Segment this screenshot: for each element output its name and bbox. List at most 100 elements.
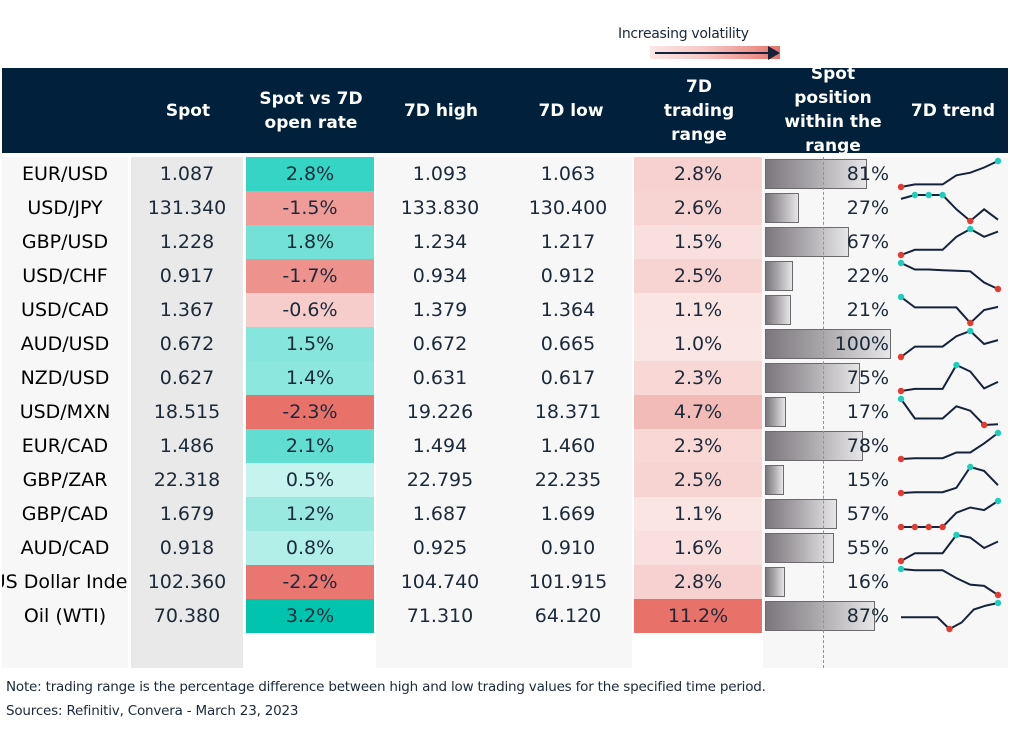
7d-high-value: 71.310	[406, 605, 474, 627]
spot-position-cell: 16%	[765, 565, 893, 599]
spot-position-pct: 55%	[846, 537, 889, 559]
7d-low-value: 22.235	[534, 469, 602, 491]
table-row: USD/MXN 18.515 -2.3% 19.226 18.371 4.7% 17%	[0, 395, 1010, 429]
header-spot-vs-open: Spot vs 7D open rate	[259, 88, 363, 133]
spot-position-bar	[765, 295, 791, 325]
table-row: EUR/USD 1.087 2.8% 1.093 1.063 2.8% 81%	[0, 157, 1010, 191]
spot-position-pct: 78%	[846, 435, 889, 457]
7d-high-value: 133.830	[400, 197, 480, 219]
trend-low-marker	[897, 523, 905, 531]
trend-low-marker	[925, 523, 932, 531]
spot-position-pct: 22%	[846, 265, 889, 287]
7d-range-value: 1.1%	[634, 497, 762, 531]
trend-high-marker	[897, 293, 905, 301]
trend-high-marker	[994, 157, 1002, 165]
7d-low-value: 0.617	[540, 367, 596, 389]
pair-label: GBP/USD	[21, 231, 109, 253]
7d-range-value: 1.5%	[634, 225, 762, 259]
volatility-label: Increasing volatility	[618, 26, 749, 42]
7d-high-value: 0.934	[412, 265, 468, 287]
table-row: NZD/USD 0.627 1.4% 0.631 0.617 2.3% 75%	[0, 361, 1010, 395]
trend-high-marker	[967, 327, 974, 335]
spot-position-pct: 75%	[846, 367, 889, 389]
spot-position-cell: 17%	[765, 395, 893, 429]
table-row: AUD/USD 0.672 1.5% 0.672 0.665 1.0% 100%	[0, 327, 1010, 361]
spot-value: 70.380	[153, 605, 221, 627]
spot-vs-open-value: 0.5%	[246, 463, 374, 497]
trend-line	[900, 296, 999, 325]
trend-line	[900, 432, 999, 460]
spot-vs-open-value: -2.2%	[246, 565, 374, 599]
pair-label: USD/JPY	[27, 197, 103, 219]
spot-value: 1.228	[159, 231, 215, 253]
pair-label: Oil (WTI)	[23, 605, 107, 627]
trend-low-marker	[994, 591, 1002, 599]
spot-position-pct: 57%	[846, 503, 889, 525]
trend-low-marker	[911, 523, 919, 531]
7d-high-value: 104.740	[400, 571, 480, 593]
trend-low-marker	[897, 557, 905, 565]
trend-high-marker	[953, 361, 960, 369]
spot-position-cell: 100%	[765, 327, 893, 361]
spot-value: 1.679	[159, 503, 215, 525]
trend-low-marker	[939, 523, 946, 531]
spot-position-bar	[765, 567, 785, 597]
trend-sparkline	[900, 191, 999, 225]
trend-high-marker	[967, 463, 974, 471]
pair-label: GBP/CAD	[21, 503, 109, 525]
spot-position-pct: 100%	[834, 333, 889, 355]
trend-line	[900, 227, 999, 256]
table-row: EUR/CAD 1.486 2.1% 1.494 1.460 2.3% 78%	[0, 429, 1010, 463]
spot-vs-open-value: 2.1%	[246, 429, 374, 463]
7d-low-value: 0.665	[540, 333, 596, 355]
trend-line	[900, 568, 999, 596]
trend-line	[900, 465, 999, 494]
spot-vs-open-value: -2.3%	[246, 395, 374, 429]
spot-vs-open-value: -1.5%	[246, 191, 374, 225]
spot-value: 0.917	[159, 265, 215, 287]
trend-line	[900, 363, 999, 392]
spot-position-cell: 21%	[765, 293, 893, 327]
trend-low-marker	[897, 489, 905, 497]
trend-low-marker	[980, 421, 988, 429]
spot-position-bar	[765, 363, 860, 393]
7d-range-value: 2.6%	[634, 191, 762, 225]
7d-low-value: 1.217	[540, 231, 596, 253]
trend-sparkline	[897, 259, 1002, 293]
header-7d-low: 7D low	[538, 100, 604, 121]
7d-low-value: 64.120	[534, 605, 602, 627]
trend-high-marker	[953, 531, 960, 539]
spot-position-cell: 78%	[765, 429, 893, 463]
spot-vs-open-value: 0.8%	[246, 531, 374, 565]
spot-vs-open-value: 1.8%	[246, 225, 374, 259]
header-spot-position-text: Spot position within the range	[784, 68, 882, 153]
spot-position-bar	[765, 499, 837, 529]
spot-position-pct: 17%	[846, 401, 889, 423]
arrow-right-icon	[655, 52, 773, 54]
spot-position-pct: 21%	[846, 299, 889, 321]
trend-high-marker	[925, 191, 932, 199]
spot-vs-open-value: 2.8%	[246, 157, 374, 191]
table-row: GBP/ZAR 22.318 0.5% 22.795 22.235 2.5% 15%	[0, 463, 1010, 497]
spot-position-cell: 87%	[765, 599, 893, 633]
trend-high-marker	[994, 497, 1002, 505]
7d-low-value: 0.910	[540, 537, 596, 559]
spot-position-bar	[765, 227, 849, 257]
trend-high-marker	[994, 429, 1002, 437]
trend-sparkline	[901, 599, 1002, 633]
spot-position-cell: 67%	[765, 225, 893, 259]
trend-line	[900, 262, 999, 290]
spot-position-bar	[765, 261, 793, 291]
spot-position-cell: 27%	[765, 191, 893, 225]
spot-value: 1.367	[159, 299, 215, 321]
trend-high-marker	[897, 395, 905, 403]
pair-label: AUD/CAD	[20, 537, 110, 559]
table-row: USD/CAD 1.367 -0.6% 1.379 1.364 1.1% 21%	[0, 293, 1010, 327]
7d-high-value: 1.093	[412, 163, 468, 185]
pair-label: EUR/CAD	[21, 435, 109, 457]
trend-sparkline	[897, 429, 1002, 463]
spot-vs-open-value: -1.7%	[246, 259, 374, 293]
header-pair	[2, 68, 130, 153]
trend-line	[900, 194, 999, 223]
header-spot-position: Spot position within the range	[768, 68, 898, 153]
